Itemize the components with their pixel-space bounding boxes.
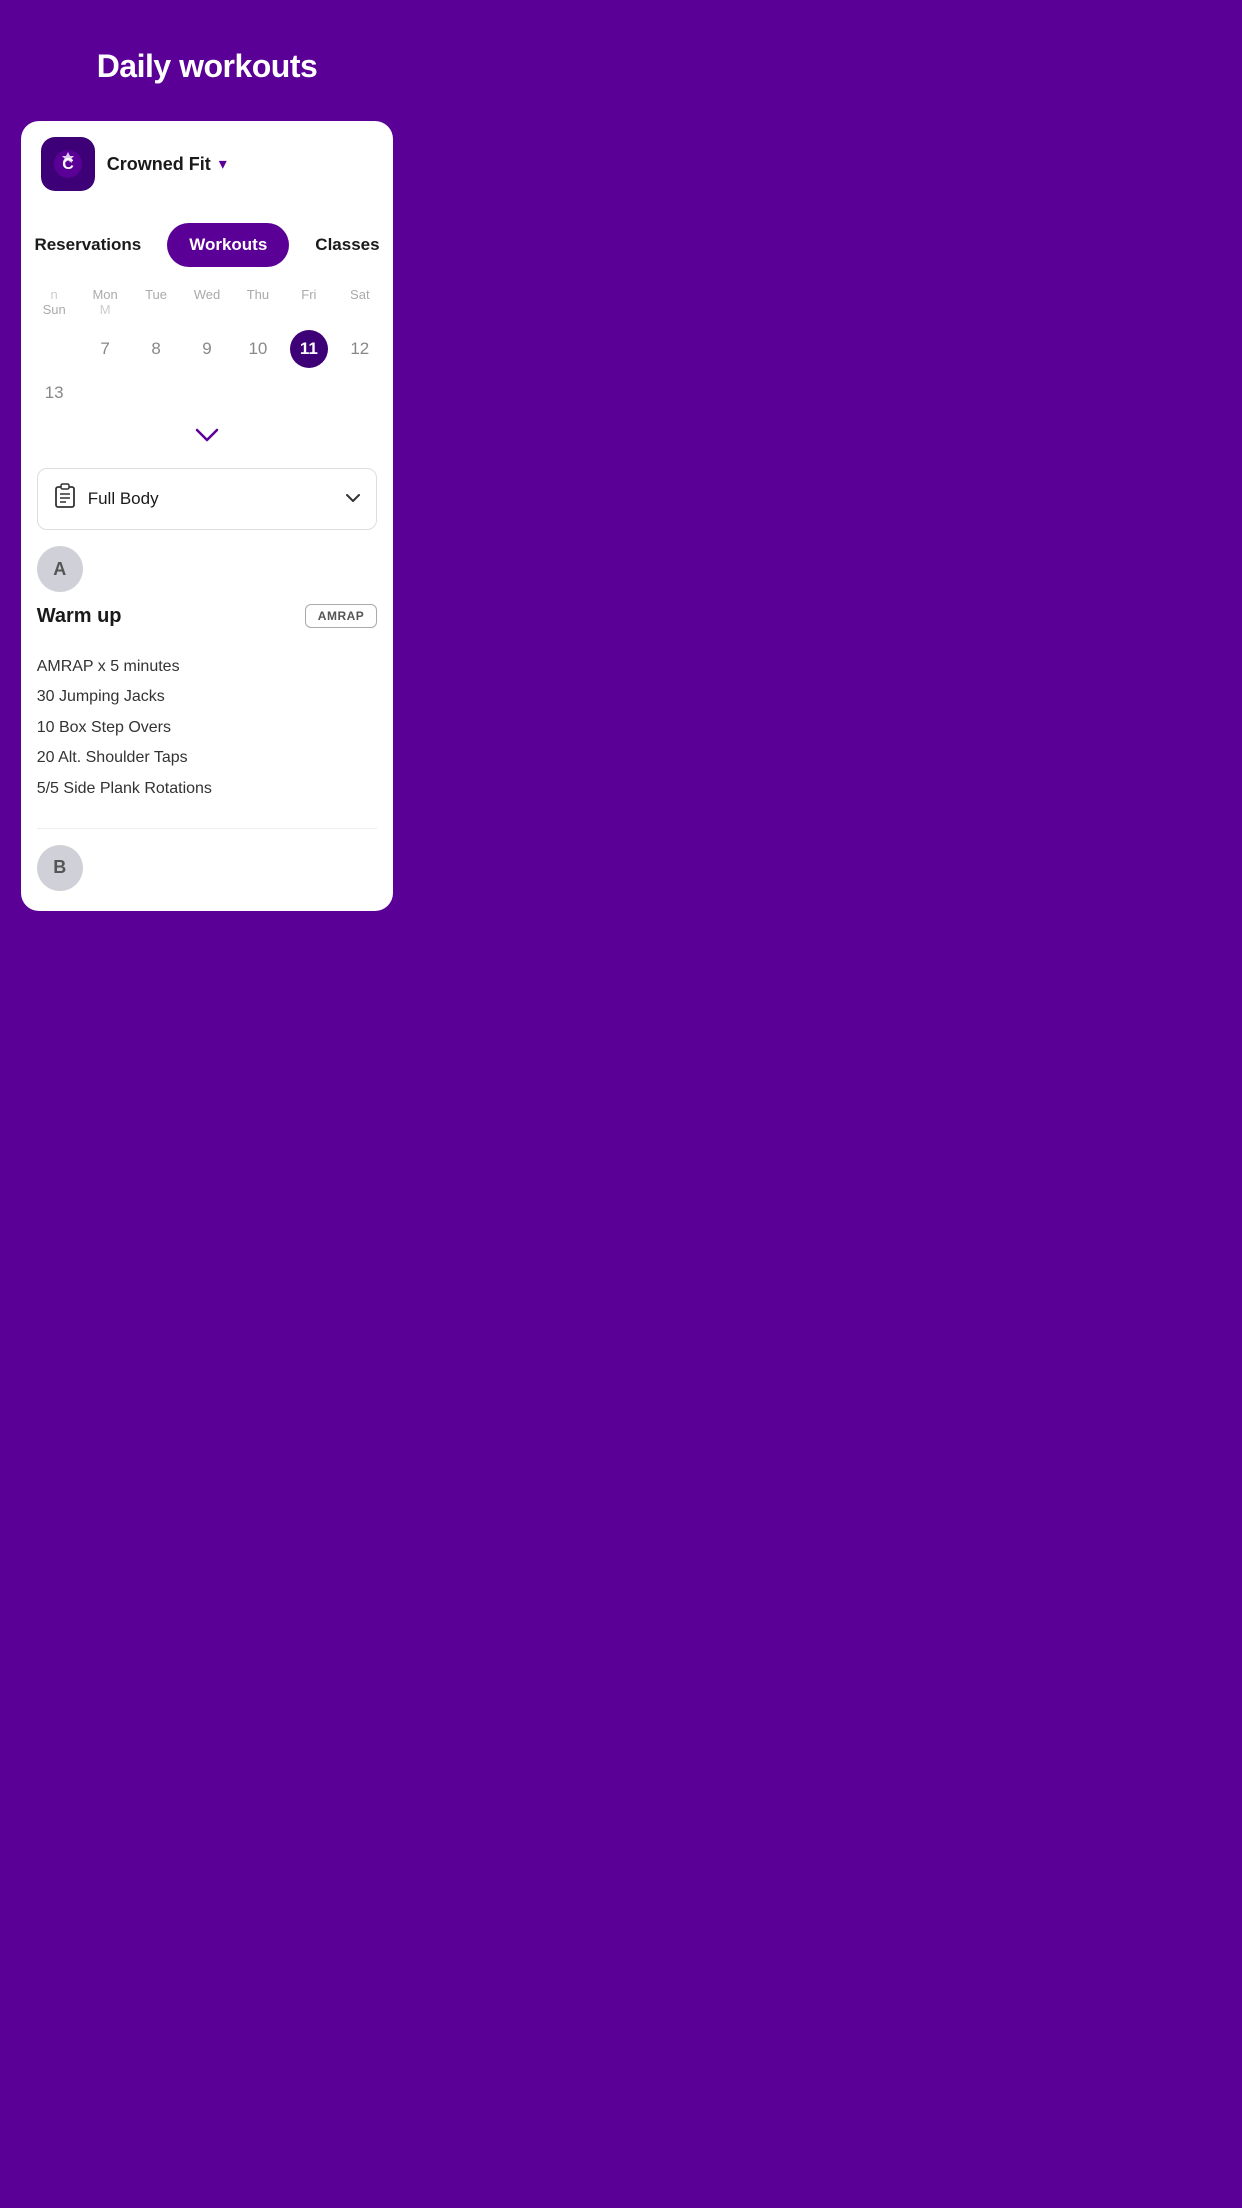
day-header-sun: Sun (29, 302, 80, 317)
gym-name-row[interactable]: Crowned Fit ▾ (107, 154, 227, 175)
day-header-sat: Sat (334, 287, 385, 302)
date-partial-right (86, 374, 124, 412)
workout-section-b: B (21, 829, 394, 891)
gym-logo-icon: C (50, 146, 86, 182)
workout-line-4: 20 Alt. Shoulder Taps (37, 743, 378, 773)
day-headers: n Mon Tue Wed Thu Fri Sat Sun M (29, 279, 386, 321)
date-cell-12[interactable]: 12 (334, 327, 385, 371)
calendar-expand-button[interactable] (29, 421, 386, 460)
workout-type-label: Full Body (88, 489, 159, 509)
date-13[interactable]: 13 (35, 374, 73, 412)
day-header-partial-left: n (29, 287, 80, 302)
main-card: Reservations Workouts Classes n Mon Tue … (21, 207, 394, 911)
date-8[interactable]: 8 (137, 330, 175, 368)
workout-type-chevron[interactable] (346, 490, 360, 508)
gym-logo: C (41, 137, 95, 191)
workout-section-a: A Warm up AMRAP AMRAP x 5 minutes 30 Jum… (21, 546, 394, 812)
date-cell-10[interactable]: 10 (232, 327, 283, 371)
section-a-avatar: A (37, 546, 83, 592)
warmup-header: Warm up AMRAP (37, 604, 378, 628)
date-row: 7 8 9 10 11 12 13 (29, 321, 386, 421)
date-cell-partial-right (80, 371, 131, 415)
date-11[interactable]: 11 (290, 330, 328, 368)
workout-line-1: AMRAP x 5 minutes (37, 652, 378, 682)
date-cell-7[interactable]: 7 (80, 327, 131, 371)
screen: Daily workouts C Crowned Fit ▾ Reservati… (0, 0, 414, 931)
workout-type-selector[interactable]: Full Body (37, 468, 378, 530)
date-12[interactable]: 12 (341, 330, 379, 368)
tab-classes[interactable]: Classes (293, 223, 401, 267)
date-7[interactable]: 7 (86, 330, 124, 368)
workout-line-2: 30 Jumping Jacks (37, 682, 378, 712)
calendar: n Mon Tue Wed Thu Fri Sat Sun M 7 8 (21, 279, 394, 460)
tabs-row: Reservations Workouts Classes (21, 207, 394, 279)
gym-dropdown-icon[interactable]: ▾ (219, 154, 227, 174)
tab-workouts[interactable]: Workouts (167, 223, 289, 267)
warmup-title: Warm up (37, 605, 122, 628)
date-cell-partial-left (29, 327, 80, 371)
date-partial-left (35, 330, 73, 368)
date-cell-13[interactable]: 13 (29, 371, 80, 415)
workout-details: AMRAP x 5 minutes 30 Jumping Jacks 10 Bo… (37, 644, 378, 812)
workout-type-left: Full Body (54, 483, 159, 515)
date-10[interactable]: 10 (239, 330, 277, 368)
day-header-fri: Fri (283, 287, 334, 302)
gym-name: Crowned Fit (107, 154, 211, 175)
day-header-partial-right: M (80, 302, 131, 317)
gym-selector[interactable]: C Crowned Fit ▾ (21, 121, 394, 207)
date-cell-9[interactable]: 9 (182, 327, 233, 371)
date-cell-8[interactable]: 8 (131, 327, 182, 371)
section-b-avatar: B (37, 845, 83, 891)
date-9[interactable]: 9 (188, 330, 226, 368)
header: Daily workouts (0, 0, 414, 105)
page-title: Daily workouts (20, 48, 394, 85)
tab-reservations[interactable]: Reservations (12, 223, 163, 267)
workout-line-5: 5/5 Side Plank Rotations (37, 774, 378, 804)
workout-line-3: 10 Box Step Overs (37, 713, 378, 743)
day-header-thu: Thu (232, 287, 283, 302)
day-header-mon: Mon (80, 287, 131, 302)
date-cell-11[interactable]: 11 (283, 327, 334, 371)
day-header-tue: Tue (131, 287, 182, 302)
clipboard-icon (54, 483, 76, 515)
amrap-badge: AMRAP (305, 604, 378, 628)
day-header-wed: Wed (182, 287, 233, 302)
